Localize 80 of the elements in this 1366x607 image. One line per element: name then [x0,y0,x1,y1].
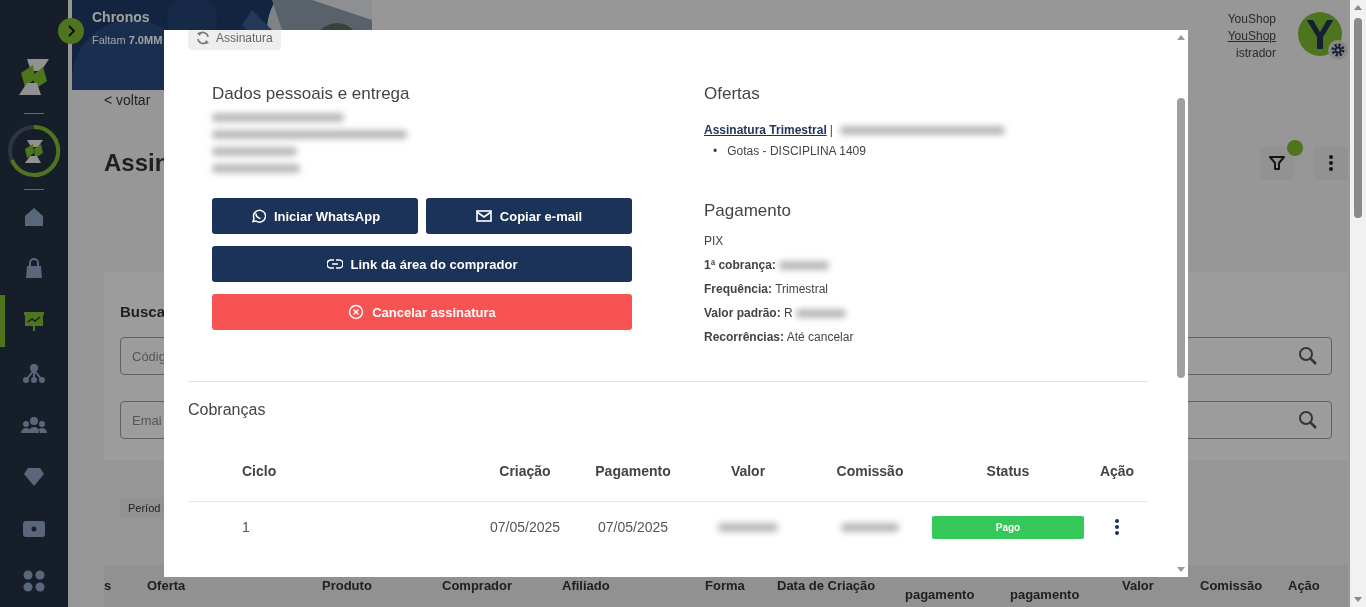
scroll-up-icon [1354,4,1362,10]
grid-icon [23,570,45,592]
section-title: Ofertas [704,84,761,104]
table-cell: 07/05/2025 [489,519,561,535]
chat-bubble-icon [249,208,266,224]
cancel-icon [348,304,365,320]
link-icon [326,259,343,269]
payment-detail: 1ª cobrança: [704,258,776,272]
bag-icon [25,258,43,280]
scroll-down-icon [1354,597,1362,603]
collapse-button[interactable] [58,18,84,44]
user-role: istrador [1236,45,1276,62]
payment-detail: Recorrências: Até cancelar [704,330,854,344]
chevron-right-icon [58,18,84,44]
column-header: pagamento [1010,587,1080,602]
payment-method: PIX [704,234,724,248]
presentation-board-icon [23,310,45,332]
column-header: Data de Criação [777,578,876,593]
buyer-area-link-button[interactable]: Link da área do comprador [212,246,632,282]
column-header: Ação [1288,578,1320,593]
column-header: Oferta [147,578,186,593]
logo-icon [17,57,51,97]
offer-item: Gotas - DISCIPLINA 1409 [727,143,866,160]
status-badge: Pago [932,515,1084,539]
store-link[interactable]: YouShop [1227,28,1276,45]
filter-icon [1269,155,1285,171]
banner-subtitle: Faltam 7.0MM [92,34,163,46]
column-header: Afiliado [562,578,610,593]
refresh-icon [196,31,210,45]
column-header: Comprador [442,578,513,593]
section-title: Dados pessoais e entrega [212,84,411,104]
copy-email-button[interactable]: Copiar e-mail [426,198,632,234]
scrollbar-thumb[interactable] [1177,98,1185,378]
scroll-up-icon [1176,34,1186,40]
column-header: Ciclo [242,462,277,481]
diamond-icon [23,467,45,487]
cancel-subscription-button[interactable]: Cancelar assinatura [212,294,632,330]
network-icon [23,362,45,384]
envelope-icon [475,209,492,223]
column-header: Valor [1122,578,1154,593]
column-header: s [104,578,112,593]
column-header: pagamento [905,587,975,602]
separator-text: | [829,122,833,139]
people-icon [21,416,47,434]
table-cell: 1 [242,519,250,535]
column-header: Criação [499,462,551,481]
table-cell: 07/05/2025 [597,519,669,535]
card-title: Busca [120,302,166,322]
offer-link[interactable]: Assinatura Trimestral [704,120,827,140]
column-header: Ação [1099,462,1135,481]
more-icon [1329,155,1333,171]
scrollbar-thumb[interactable] [1354,18,1362,218]
column-header: Comissão [1200,578,1263,593]
ticket-icon [22,520,46,538]
bullet-mark: • [713,143,718,160]
column-header: Pagamento [595,462,671,481]
column-header: Status [986,462,1030,481]
search-icon [1298,346,1318,366]
tag-chip: Assinatura [188,30,281,50]
progress-ring-logo-icon [7,124,61,178]
banner-title: Chronos [92,9,150,25]
payment-detail: Valor padrão: R [704,306,793,320]
column-header: Produto [322,578,372,593]
blurred-text [718,522,778,532]
section-title: Pagamento [704,201,792,221]
more-icon [1115,519,1119,535]
section-title: Cobranças [188,400,267,420]
column-header: Forma [705,578,745,593]
back-link[interactable]: < voltar [104,90,151,110]
column-header: Valor [730,462,766,481]
payment-detail: Frequência: Trimestral [704,282,829,296]
blurred-text [841,522,899,532]
filter-button[interactable] [1260,146,1294,180]
avatar[interactable]: Y [1298,12,1342,56]
user-name: YouShop [1227,11,1276,28]
house-icon [23,206,45,228]
scroll-down-icon [1176,567,1186,573]
search-icon [1298,410,1318,430]
whatsapp-button[interactable]: Iniciar WhatsApp [212,198,418,234]
column-header: Comissão [836,462,904,481]
